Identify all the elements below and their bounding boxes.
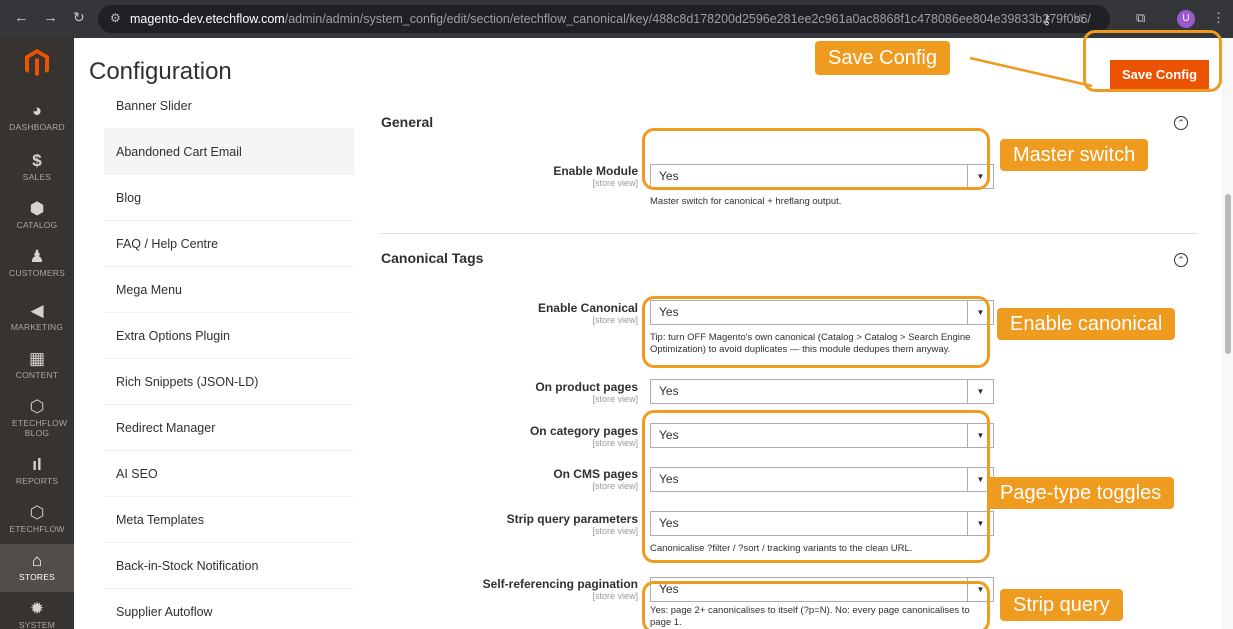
callout-frame-strip-query: [642, 581, 990, 629]
callout-strip-query: Strip query: [1000, 589, 1123, 621]
callout-save-config: Save Config: [815, 41, 950, 75]
callout-master-switch: Master switch: [1000, 139, 1149, 171]
callout-frame-master-switch: [642, 128, 990, 190]
callout-frame-page-type-toggles: [642, 410, 990, 563]
callout-frame-enable-canonical: [642, 296, 990, 368]
callout-frame-save-config: [1083, 30, 1222, 92]
callout-enable-canonical: Enable canonical: [997, 308, 1176, 340]
callout-page-type-toggles: Page-type toggles: [987, 477, 1175, 509]
